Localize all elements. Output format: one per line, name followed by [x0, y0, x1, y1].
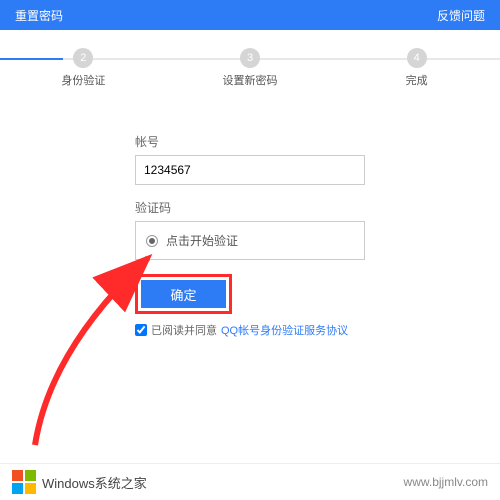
step-complete: 4 完成 [333, 48, 500, 88]
feedback-link[interactable]: 反馈问题 [437, 7, 485, 24]
site-url: www.bjjmlv.com [404, 475, 488, 489]
account-row: 帐号 [135, 133, 365, 185]
submit-highlight: 确定 [135, 274, 232, 314]
step-label: 完成 [333, 72, 500, 88]
step-newpassword: 3 设置新密码 [167, 48, 334, 88]
reset-form: 帐号 验证码 点击开始验证 确定 已阅读并同意 QQ帐号身份验证服务协议 [135, 133, 365, 338]
page-title: 重置密码 [15, 7, 63, 24]
captcha-box[interactable]: 点击开始验证 [135, 221, 365, 260]
header-bar: 重置密码 反馈问题 [0, 0, 500, 30]
step-indicator: 2 身份验证 3 设置新密码 4 完成 [0, 48, 500, 88]
agreement-row: 已阅读并同意 QQ帐号身份验证服务协议 [135, 322, 365, 338]
captcha-text: 点击开始验证 [166, 232, 238, 249]
step-number: 3 [240, 48, 260, 68]
radio-icon [146, 235, 158, 247]
account-label: 帐号 [135, 133, 365, 150]
step-label: 设置新密码 [167, 72, 334, 88]
step-number: 4 [407, 48, 427, 68]
captcha-label: 验证码 [135, 199, 365, 216]
captcha-row: 验证码 点击开始验证 [135, 199, 365, 260]
windows-icon [12, 470, 36, 494]
submit-button[interactable]: 确定 [141, 280, 226, 308]
step-label: 身份验证 [0, 72, 167, 88]
agree-checkbox[interactable] [135, 324, 147, 336]
step-identity: 2 身份验证 [0, 48, 167, 88]
step-number: 2 [73, 48, 93, 68]
footer: Windows系统之家 www.bjjmlv.com [0, 463, 500, 500]
agree-text: 已阅读并同意 [151, 322, 217, 338]
brand-text: Windows系统之家 [42, 473, 147, 492]
brand-logo: Windows系统之家 [12, 470, 147, 494]
agree-link[interactable]: QQ帐号身份验证服务协议 [221, 322, 348, 338]
account-input[interactable] [135, 155, 365, 185]
